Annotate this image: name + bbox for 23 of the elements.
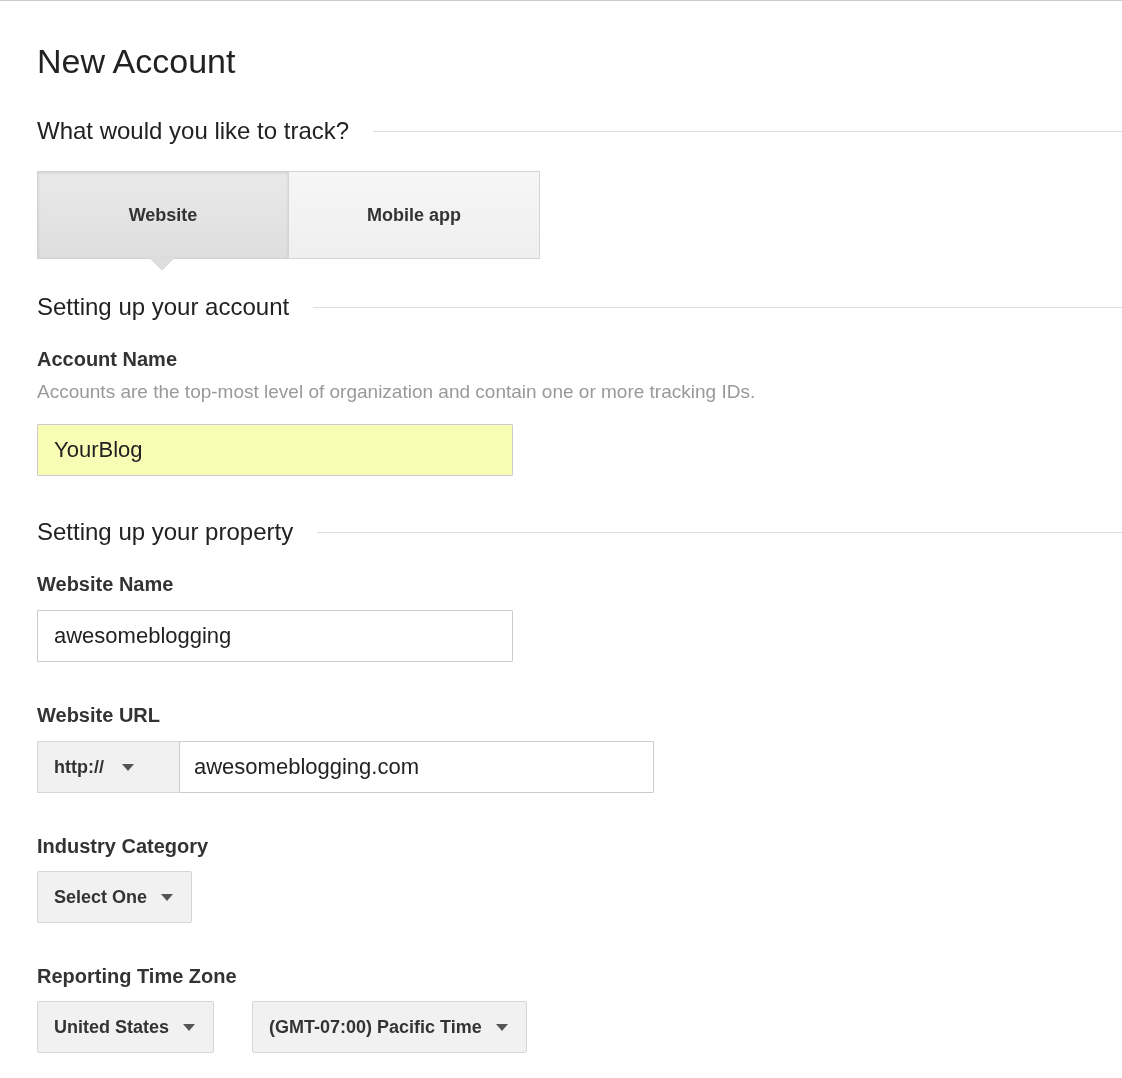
section-heading: What would you like to track?: [37, 116, 350, 146]
section-heading: Setting up your property: [37, 517, 294, 547]
tab-pointer-icon: [150, 258, 174, 271]
field-description: Accounts are the top-most level of organization and contain one or more tracking IDs.: [37, 380, 757, 404]
field-label: Website URL: [37, 703, 160, 728]
url-input[interactable]: awesomeblogging.com: [179, 741, 654, 793]
field-label: Website Name: [37, 572, 174, 597]
text-input[interactable]: awesomeblogging: [37, 610, 513, 662]
caret-icon: [183, 1023, 196, 1031]
field-label: Account Name: [37, 347, 178, 372]
text-input[interactable]: YourBlog: [37, 424, 513, 476]
caret-icon: [495, 1023, 508, 1031]
dropdown[interactable]: (GMT-07:00) Pacific Time: [252, 1001, 527, 1053]
caret-icon: [161, 893, 174, 901]
dropdown[interactable]: United States: [37, 1001, 215, 1053]
field-label: Reporting Time Zone: [37, 964, 237, 989]
caret-icon: [122, 763, 134, 771]
dropdown[interactable]: Select One: [37, 871, 193, 923]
tab[interactable]: Mobile app: [288, 171, 540, 259]
protocol-dropdown[interactable]: http://: [37, 741, 180, 793]
section-heading: Setting up your account: [37, 292, 290, 322]
field-label: Industry Category: [37, 834, 209, 859]
page-title: New Account: [37, 41, 236, 81]
